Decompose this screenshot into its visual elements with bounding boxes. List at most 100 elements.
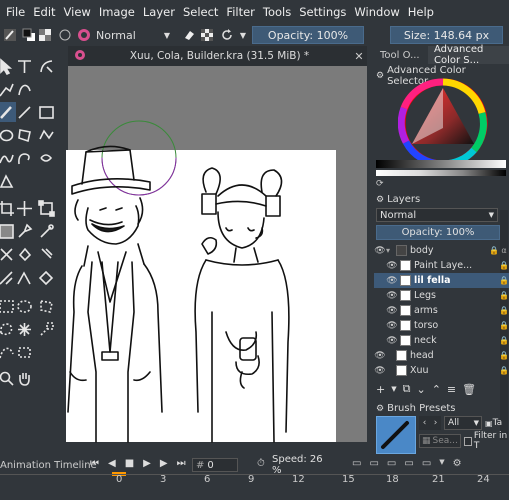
lock-icon[interactable]: 🔒 [499, 306, 509, 315]
first-frame-icon[interactable]: ⏮ [90, 458, 99, 469]
brush-search-input[interactable]: ▦ Sea... [419, 434, 461, 448]
drop-frames-icon[interactable]: ▭ [369, 458, 378, 469]
layer-row[interactable]: 👁 neck 🔒 [374, 333, 509, 348]
eye-icon[interactable]: 👁 [374, 366, 386, 376]
menu-filter[interactable]: Filter [222, 5, 258, 19]
magnetic-select-tool-icon[interactable] [14, 342, 34, 362]
layer-row[interactable]: 👁 head 🔒 [374, 348, 509, 363]
reload-preset-icon[interactable] [220, 26, 234, 44]
eye-icon[interactable]: 👁 [386, 321, 398, 331]
frame-number-field[interactable]: # 0 [192, 458, 238, 472]
bezier-tool-icon[interactable] [14, 79, 34, 99]
menu-layer[interactable]: Layer [139, 5, 179, 19]
lock-icon[interactable]: 🔒 [499, 276, 509, 285]
auto-key-icon[interactable]: ▭ [387, 458, 396, 469]
menu-view[interactable]: View [60, 5, 95, 19]
lock-icon[interactable]: 🔒 [499, 366, 509, 375]
color-picker-tool-icon[interactable] [14, 221, 34, 241]
play-icon[interactable]: ▶ [143, 458, 151, 469]
lock-icon[interactable]: 🔒 [499, 261, 509, 270]
delete-layer-icon[interactable]: 🗑 [462, 383, 476, 396]
chevron-down-icon[interactable]: ▾ [386, 246, 394, 255]
last-frame-icon[interactable]: ⏭ [177, 458, 186, 469]
edit-shapes-tool-icon[interactable] [36, 56, 56, 76]
menu-select[interactable]: Select [179, 5, 222, 19]
add-keyframe-icon[interactable]: ▭ [404, 458, 413, 469]
brush-preset-icon[interactable] [2, 26, 18, 44]
polygon-tool-icon[interactable] [14, 125, 34, 145]
chevron-right-icon[interactable]: › [434, 418, 438, 428]
settings-icon[interactable]: ⚙ [376, 195, 384, 205]
menu-edit[interactable]: Edit [29, 5, 59, 19]
size-slider[interactable]: Size: 148.64 px [390, 26, 503, 44]
ellipse-select-tool-icon[interactable] [14, 296, 34, 316]
dynamic-brush-tool-icon[interactable] [14, 148, 34, 168]
brush-preset-thumbnail[interactable] [376, 416, 416, 454]
pan-tool-icon[interactable] [14, 368, 34, 388]
lock-icon[interactable]: 🔒 [499, 291, 509, 300]
lock-icon[interactable]: 🔒 [499, 336, 509, 345]
clock-icon[interactable]: ⏱ [257, 458, 271, 472]
eye-icon[interactable]: 👁 [386, 276, 398, 286]
pattern-icon[interactable] [38, 26, 52, 44]
menu-help[interactable]: Help [404, 5, 438, 19]
transform-layer-tool-icon[interactable] [36, 198, 56, 218]
duplicate-layer-icon[interactable]: ⧉ [403, 382, 411, 396]
menu-settings[interactable]: Settings [295, 5, 350, 19]
next-frame-icon[interactable]: ▶ [160, 458, 168, 469]
chevron-down-icon[interactable]: ▼ [391, 385, 396, 393]
properties-icon[interactable]: ≡ [447, 383, 456, 396]
move-layer-down-icon[interactable]: ⌄ [416, 383, 425, 396]
layers-opacity-slider[interactable]: Opacity: 100% [376, 225, 500, 240]
eraser-icon[interactable] [182, 26, 196, 44]
settings-icon[interactable]: ⚙ [376, 71, 384, 81]
eye-icon[interactable]: 👁 [374, 246, 386, 256]
layer-row[interactable]: 👁 Xuu 🔒 [374, 363, 509, 378]
line-tool-icon[interactable] [14, 102, 34, 122]
layer-row-selected[interactable]: 👁 lil fella 🔒 [374, 273, 509, 288]
gradient-icon[interactable] [58, 26, 72, 44]
measure-tool-icon[interactable] [14, 268, 34, 288]
multibrush-tool-icon[interactable] [36, 148, 56, 168]
layers-blend-mode-select[interactable]: Normal ▼ [376, 208, 498, 222]
tab-tool-options[interactable]: Tool O... [374, 46, 428, 64]
menu-file[interactable]: File [2, 5, 29, 19]
transform-tool-icon[interactable] [0, 171, 16, 191]
blend-mode-select[interactable]: Normal ▼ [94, 26, 174, 44]
contiguous-select-tool-icon[interactable] [14, 319, 34, 339]
eye-icon[interactable]: 👁 [374, 351, 386, 361]
menu-image[interactable]: Image [95, 5, 139, 19]
fill-tool-icon[interactable] [14, 244, 34, 264]
layer-row[interactable]: 👁 Paint Laye... 🔒 [374, 258, 509, 273]
enclose-fill-tool-icon[interactable] [36, 244, 56, 264]
settings-icon[interactable]: ⚙ [376, 404, 384, 414]
eye-icon[interactable]: 👁 [386, 336, 398, 346]
color-wheel[interactable] [398, 78, 488, 168]
layer-row[interactable]: 👁 torso 🔒 [374, 318, 509, 333]
prev-frame-icon[interactable]: ◀ [108, 458, 116, 469]
polygon-select-tool-icon[interactable] [36, 296, 56, 316]
filter-in-tag-checkbox[interactable]: Filter in T [464, 431, 509, 451]
lock-icon[interactable]: 🔒 [499, 351, 509, 360]
layer-row[interactable]: 👁 arms 🔒 [374, 303, 509, 318]
chevron-left-icon[interactable]: ‹ [423, 418, 427, 428]
close-icon[interactable]: ✕ [351, 50, 367, 63]
menu-tools[interactable]: Tools [259, 5, 295, 19]
rectangle-tool-icon[interactable] [36, 102, 56, 122]
chevron-down-icon[interactable]: ▼ [238, 26, 248, 44]
brush-tag-button[interactable]: ▣ Ta [485, 416, 507, 430]
color-history-strip[interactable] [376, 170, 506, 176]
move-layer-tool-icon[interactable] [14, 198, 34, 218]
layer-row[interactable]: 👁 Legs 🔒 [374, 288, 509, 303]
blend-mode-icon[interactable] [76, 26, 92, 44]
speed-field[interactable]: Speed: 26 % [272, 454, 324, 476]
eye-icon[interactable]: 👁 [386, 261, 398, 271]
opacity-slider[interactable]: Opacity: 100% [252, 26, 364, 44]
tab-advanced-color-selector[interactable]: Advanced Color S... [428, 44, 509, 66]
stop-icon[interactable]: ■ [125, 458, 134, 469]
onion-skin-icon[interactable]: ▭ [352, 458, 361, 469]
eye-icon[interactable]: 👁 [386, 306, 398, 316]
lock-icon[interactable]: 🔒 [499, 321, 509, 330]
checkbox[interactable] [464, 436, 472, 446]
remove-keyframe-icon[interactable]: ▭ [422, 458, 431, 469]
